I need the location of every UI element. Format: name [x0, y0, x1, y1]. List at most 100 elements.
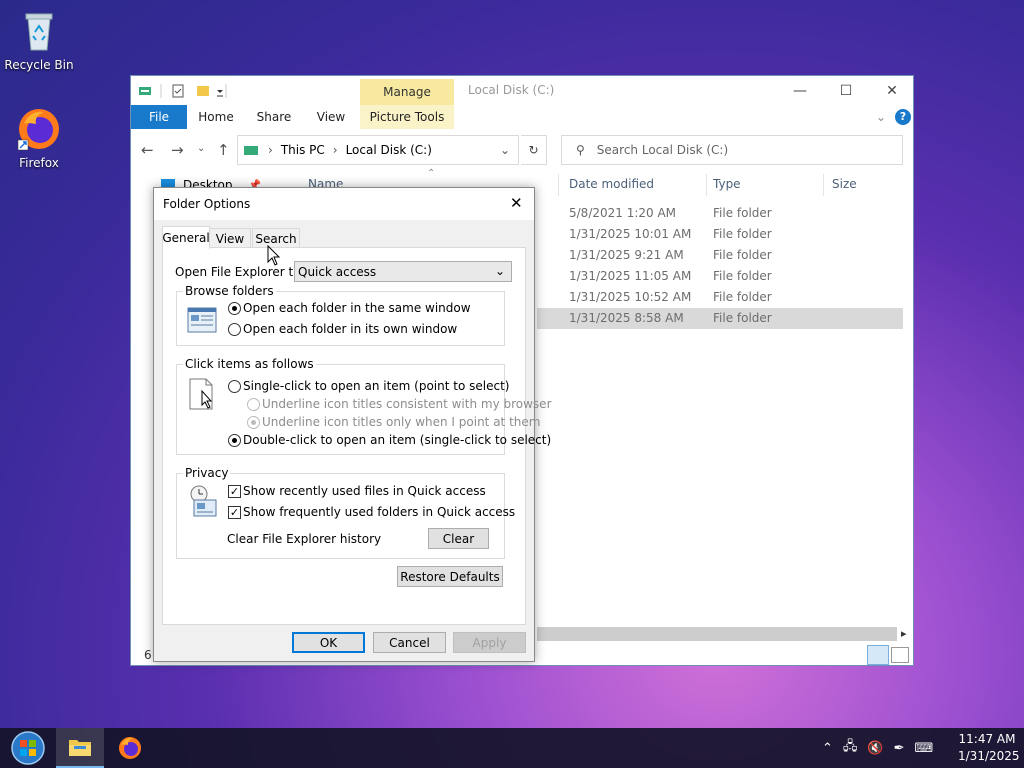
window-title: Local Disk (C:) [468, 83, 555, 97]
desktop-icon-label: Recycle Bin [4, 58, 74, 72]
address-segment-this-pc[interactable]: This PC [281, 143, 325, 157]
maximize-button[interactable]: ☐ [823, 76, 869, 105]
cancel-button[interactable]: Cancel [373, 632, 446, 653]
click-items-label: Click items as follows [183, 357, 316, 371]
row-type: File folder [713, 269, 772, 283]
forward-arrow-icon[interactable]: → [171, 141, 184, 159]
folder-options-dialog: Folder Options ✕ General View Search Ope… [153, 187, 552, 662]
clock-time: 11:47 AM [958, 732, 1016, 746]
table-row[interactable]: 1/31/2025 10:01 AM File folder [537, 224, 903, 245]
taskbar-file-explorer[interactable] [56, 728, 104, 768]
column-header-date-modified[interactable]: Date modified [569, 177, 654, 197]
tab-view[interactable]: View [209, 228, 251, 248]
scroll-right-arrow-icon[interactable]: ▸ [901, 627, 907, 640]
address-bar[interactable]: › This PC › Local Disk (C:) ⌄ [237, 135, 519, 165]
row-date: 5/8/2021 1:20 AM [569, 206, 677, 220]
system-tray: ⌃ 🖧 🔇 ✒ ⌨ [822, 728, 933, 768]
clear-button[interactable]: Clear [428, 528, 489, 549]
ok-button[interactable]: OK [292, 632, 365, 653]
mouse-cursor-icon [267, 244, 281, 267]
radio-underline-point-label: Underline icon titles only when I point … [262, 415, 541, 429]
explorer-title-bar[interactable]: Manage Local Disk (C:) — ☐ ✕ [131, 76, 913, 105]
radio-single-click[interactable] [228, 380, 241, 393]
address-separator-icon: › [332, 143, 338, 157]
privacy-group: Privacy ✓ Show recently used files in Qu… [176, 466, 515, 559]
radio-single-click-label[interactable]: Single-click to open an item (point to s… [243, 379, 509, 393]
show-hidden-icons-chevron-icon[interactable]: ⌃ [822, 741, 833, 756]
recent-locations-chevron-icon[interactable]: ⌄ [197, 143, 205, 154]
open-explorer-value: Quick access [298, 264, 377, 279]
manage-tab[interactable]: Manage [360, 79, 454, 105]
browse-folders-illustration-icon [187, 306, 217, 334]
large-icons-view-icon[interactable] [891, 647, 909, 663]
ribbon-expand-icon[interactable]: ⌄ [871, 105, 891, 129]
click-items-illustration-icon [188, 377, 216, 411]
checkbox-recent-files-label[interactable]: Show recently used files in Quick access [243, 484, 486, 498]
table-row[interactable]: 1/31/2025 9:21 AM File folder [537, 245, 903, 266]
network-icon[interactable]: 🖧 [843, 737, 858, 759]
tab-share[interactable]: Share [249, 105, 299, 129]
radio-underline-browser-label: Underline icon titles consistent with my… [262, 397, 552, 411]
help-icon[interactable]: ? [893, 105, 913, 129]
search-placeholder: Search Local Disk (C:) [596, 143, 729, 157]
start-button[interactable] [4, 728, 52, 768]
column-separator [823, 174, 824, 196]
taskbar: ⌃ 🖧 🔇 ✒ ⌨ 11:47 AM 1/31/2025 [0, 728, 1024, 768]
desktop-icon-recycle-bin[interactable]: Recycle Bin [4, 8, 74, 72]
refresh-icon: ↻ [528, 143, 539, 157]
tab-picture-tools[interactable]: Picture Tools [360, 105, 454, 129]
minimize-button[interactable]: — [777, 76, 823, 105]
tab-home[interactable]: Home [191, 105, 241, 129]
dialog-title-bar[interactable]: Folder Options ✕ [154, 188, 534, 220]
apply-button: Apply [453, 632, 526, 653]
privacy-label: Privacy [183, 466, 231, 480]
refresh-button[interactable]: ↻ [521, 135, 547, 165]
tab-file[interactable]: File [131, 105, 187, 129]
dialog-tabs: General View Search [162, 226, 526, 249]
privacy-illustration-icon [188, 484, 218, 518]
details-view-icon[interactable] [867, 645, 889, 665]
keyboard-icon[interactable]: ⌨ [915, 741, 934, 756]
sort-indicator-icon: ⌃ [427, 168, 436, 179]
tab-view[interactable]: View [306, 105, 356, 129]
table-row[interactable]: 1/31/2025 11:05 AM File folder [537, 266, 903, 287]
taskbar-firefox[interactable] [106, 728, 154, 768]
pen-icon[interactable]: ✒ [894, 741, 905, 756]
clock[interactable]: 11:47 AM 1/31/2025 [958, 731, 1020, 765]
radio-own-window[interactable] [228, 323, 241, 336]
column-header-type[interactable]: Type [713, 177, 741, 197]
address-segment-current[interactable]: Local Disk (C:) [346, 143, 432, 157]
click-items-group: Click items as follows Single-click to o… [176, 357, 552, 455]
radio-same-window[interactable] [228, 302, 241, 315]
open-explorer-dropdown[interactable]: Quick access ⌄ [294, 261, 512, 282]
desktop-icon-firefox[interactable]: Firefox [4, 106, 74, 170]
ribbon-tabs: File Home Share View Picture Tools ⌄ ? [131, 105, 913, 129]
restore-defaults-button[interactable]: Restore Defaults [397, 566, 503, 587]
radio-double-click-label[interactable]: Double-click to open an item (single-cli… [243, 433, 551, 447]
firefox-icon [16, 106, 62, 152]
table-row[interactable]: 5/8/2021 1:20 AM File folder [537, 203, 903, 224]
column-separator [706, 174, 707, 196]
close-button[interactable]: ✕ [869, 76, 915, 105]
drive-icon [244, 145, 258, 155]
address-dropdown-chevron-icon[interactable]: ⌄ [500, 143, 510, 157]
tab-general[interactable]: General [162, 226, 210, 249]
row-type: File folder [713, 206, 772, 220]
radio-own-window-label[interactable]: Open each folder in its own window [243, 322, 457, 336]
row-type: File folder [713, 311, 772, 325]
table-row-selected[interactable]: 1/31/2025 8:58 AM File folder [537, 308, 903, 329]
checkbox-frequent-folders-label[interactable]: Show frequently used folders in Quick ac… [243, 505, 515, 519]
up-arrow-icon[interactable]: ↑ [217, 141, 230, 159]
radio-same-window-label[interactable]: Open each folder in the same window [243, 301, 471, 315]
table-row[interactable]: 1/31/2025 10:52 AM File folder [537, 287, 903, 308]
column-header-size[interactable]: Size [832, 177, 857, 197]
radio-double-click[interactable] [228, 434, 241, 447]
search-input[interactable]: ⚲ Search Local Disk (C:) [561, 135, 903, 165]
checkbox-recent-files[interactable]: ✓ [228, 485, 241, 498]
checkbox-frequent-folders[interactable]: ✓ [228, 506, 241, 519]
horizontal-scrollbar[interactable] [537, 627, 897, 641]
back-arrow-icon[interactable]: ← [141, 141, 154, 159]
row-date: 1/31/2025 10:01 AM [569, 227, 692, 241]
volume-muted-icon[interactable]: 🔇 [867, 741, 883, 756]
dialog-close-icon[interactable]: ✕ [510, 194, 523, 212]
